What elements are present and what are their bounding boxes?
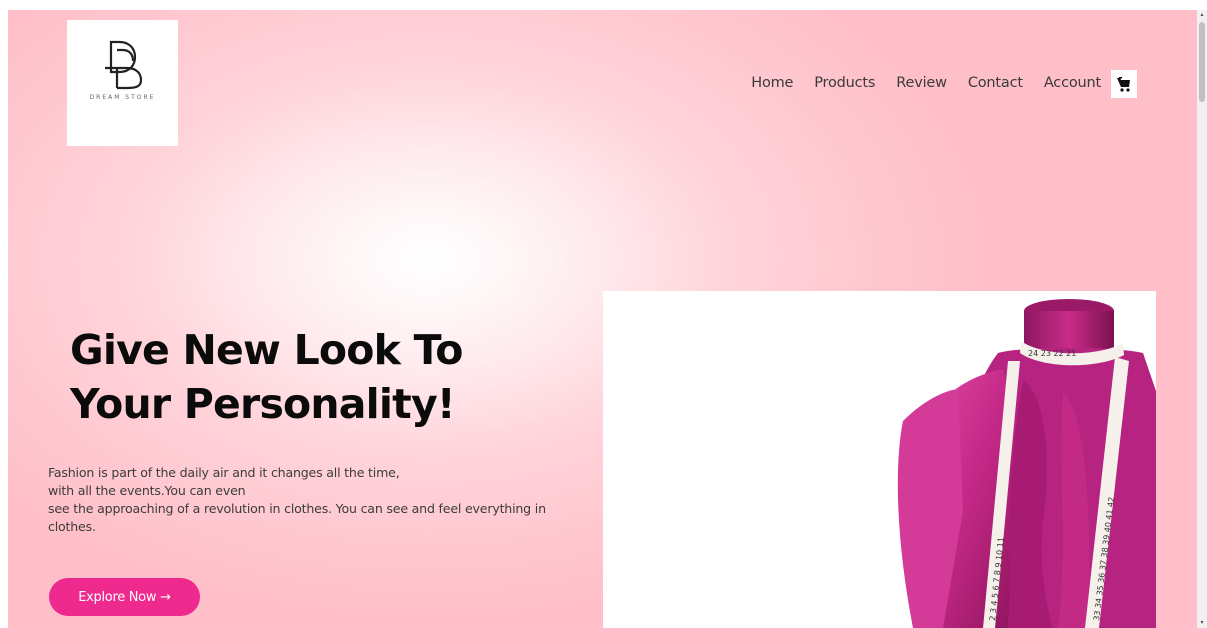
scrollbar-thumb[interactable] <box>1199 22 1205 102</box>
explore-now-button[interactable]: Explore Now → <box>49 578 200 616</box>
hero-desc-line4: clothes. <box>48 519 96 534</box>
cart-button[interactable] <box>1111 70 1137 98</box>
store-logo[interactable]: DREAM STORE <box>67 20 178 146</box>
nav-review[interactable]: Review <box>896 75 947 91</box>
hero-image-mannequin: 24 23 22 21 2 3 4 5 6 7 8 9 10 11 33 34 … <box>603 291 1156 628</box>
tape-neck-numbers: 24 23 22 21 <box>1028 349 1076 358</box>
hero-desc-line3: see the approaching of a revolution in c… <box>48 501 546 516</box>
hero-title-line2: Your Personality! <box>70 380 456 428</box>
hero-title-line1: Give New Look To <box>70 326 463 374</box>
arrow-right-icon: → <box>160 589 171 605</box>
nav-home[interactable]: Home <box>751 75 793 91</box>
main-nav: Home Products Review Contact Account <box>751 75 1101 91</box>
nav-contact[interactable]: Contact <box>968 75 1023 91</box>
logo-text: DREAM STORE <box>89 94 156 101</box>
mannequin-illustration: 24 23 22 21 2 3 4 5 6 7 8 9 10 11 33 34 … <box>897 299 1156 628</box>
cart-icon <box>1117 77 1130 92</box>
hero-desc-line1: Fashion is part of the daily air and it … <box>48 465 400 480</box>
logo-mark-icon <box>104 40 142 90</box>
hero-desc-line2: with all the events.You can even <box>48 483 246 498</box>
scroll-down-icon[interactable]: ▾ <box>1199 620 1205 626</box>
page-scrollbar[interactable]: ▴ ▾ <box>1197 10 1207 628</box>
nav-account[interactable]: Account <box>1044 75 1101 91</box>
explore-now-label: Explore Now <box>78 589 157 605</box>
nav-products[interactable]: Products <box>814 75 875 91</box>
hero-title: Give New Look To Your Personality! <box>70 323 590 431</box>
page-viewport: DREAM STORE Home Products Review Contact… <box>8 10 1197 628</box>
scroll-up-icon[interactable]: ▴ <box>1199 12 1205 18</box>
hero-description: Fashion is part of the daily air and it … <box>48 464 608 536</box>
